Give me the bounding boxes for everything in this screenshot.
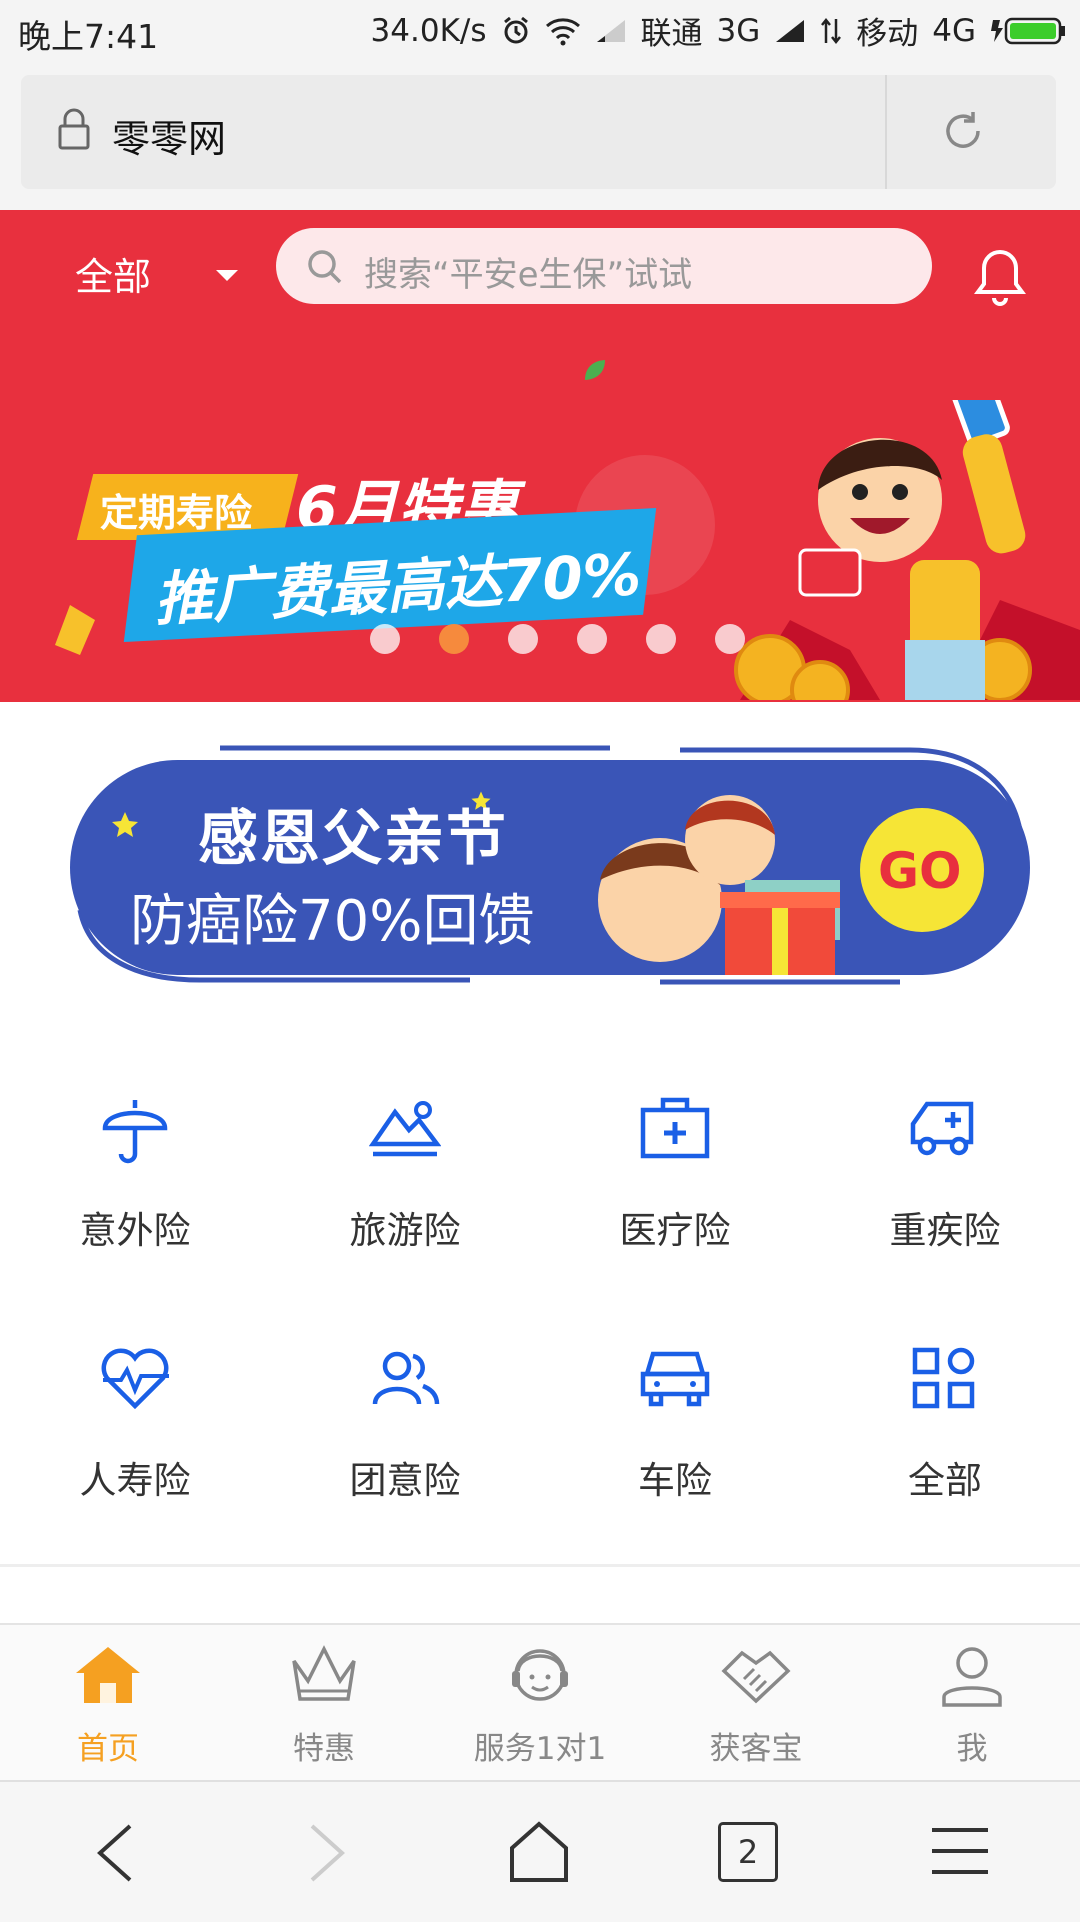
carousel-dot[interactable]	[508, 624, 538, 654]
umbrella-icon	[102, 1100, 168, 1164]
grid-icon	[912, 1347, 975, 1409]
carousel-dots	[370, 624, 745, 654]
tab-user[interactable]: 我	[864, 1623, 1080, 1778]
user-icon	[942, 1647, 1002, 1707]
category-group[interactable]	[270, 1344, 540, 1544]
carousel-dot[interactable]	[439, 624, 469, 654]
refresh-icon[interactable]	[940, 108, 986, 154]
category-ambulance[interactable]	[810, 1094, 1080, 1294]
tab-label: 特惠	[293, 1731, 355, 1767]
mascot-illustration	[734, 400, 1080, 700]
menu-icon[interactable]	[930, 1826, 990, 1876]
category-label: 医疗险	[619, 1209, 731, 1252]
carousel-dot[interactable]	[577, 624, 607, 654]
category-selector[interactable]: 全部	[75, 246, 151, 301]
tab-crown[interactable]: 特惠	[216, 1623, 432, 1778]
agent-icon	[512, 1649, 568, 1701]
network-2: 4G	[932, 12, 976, 49]
handshake-icon	[721, 1650, 791, 1704]
carrier-2: 移动	[856, 16, 919, 52]
group-icon	[372, 1351, 440, 1405]
medical-kit-icon	[640, 1097, 710, 1159]
category-mountain[interactable]	[270, 1094, 540, 1294]
promo-title: 感恩父亲节	[198, 804, 508, 874]
back-icon[interactable]	[92, 1822, 138, 1884]
signal-full-icon	[776, 19, 805, 42]
confetti-illustration	[55, 605, 95, 655]
carousel-dot[interactable]	[370, 624, 400, 654]
alarm-icon	[503, 16, 528, 43]
mountain-icon	[368, 1101, 442, 1157]
category-label: 团意险	[349, 1459, 461, 1502]
crown-icon	[292, 1645, 356, 1701]
network-1: 3G	[716, 12, 761, 49]
tab-label: 获客宝	[709, 1731, 803, 1767]
category-medical-kit[interactable]	[540, 1094, 810, 1294]
banner-tag: 定期寿险	[100, 491, 253, 535]
tab-handshake[interactable]: 获客宝	[648, 1623, 864, 1778]
bell-icon[interactable]	[972, 246, 1028, 308]
caret-down-icon[interactable]	[216, 270, 238, 281]
signal-weak-icon	[596, 19, 625, 42]
search-icon	[308, 250, 342, 284]
section-divider	[0, 1564, 1080, 1567]
category-label: 重疾险	[889, 1209, 1001, 1252]
heart-pulse-icon	[101, 1348, 169, 1410]
promo-go-label[interactable]: GO	[878, 842, 962, 900]
leaf-illustration	[585, 360, 605, 380]
wifi-icon	[545, 17, 580, 45]
category-label: 人寿险	[79, 1459, 191, 1502]
tab-agent[interactable]: 服务1对1	[432, 1623, 648, 1778]
lock-icon	[58, 108, 90, 150]
category-label: 车险	[638, 1459, 712, 1502]
category-label: 意外险	[79, 1209, 191, 1252]
data-transfer-icon	[821, 17, 842, 44]
category-label: 全部	[908, 1459, 982, 1502]
promo-subtitle: 防癌险70%回馈	[130, 889, 535, 954]
category-grid[interactable]	[810, 1344, 1080, 1544]
category-label: 旅游险	[349, 1209, 461, 1252]
father-child-illustration	[598, 795, 840, 975]
car-icon	[640, 1351, 710, 1407]
tab-home[interactable]: 首页	[0, 1623, 216, 1778]
status-indicators: 34.0K/s 联通 3G 移动 4G	[371, 8, 1066, 53]
ambulance-icon	[910, 1101, 974, 1156]
category-umbrella[interactable]	[0, 1094, 270, 1294]
carrier-1: 联通	[640, 16, 703, 52]
category-heart-pulse[interactable]	[0, 1344, 270, 1544]
tab-label: 首页	[77, 1731, 139, 1767]
url-title[interactable]: 零零网	[112, 108, 226, 163]
forward-icon[interactable]	[304, 1822, 350, 1884]
tab-label: 我	[956, 1731, 988, 1767]
category-car[interactable]	[540, 1344, 810, 1544]
tab-label: 服务1对1	[473, 1731, 607, 1767]
url-separator	[885, 75, 887, 189]
battery-icon	[991, 17, 1065, 44]
home-nav-icon[interactable]	[506, 1818, 572, 1884]
star-icon	[112, 812, 138, 837]
network-speed: 34.0K/s	[370, 12, 487, 49]
home-icon	[76, 1647, 140, 1703]
status-time: 晚上7:41	[18, 17, 159, 56]
search-placeholder: 搜索“平安e生保”试试	[364, 255, 693, 295]
carousel-dot[interactable]	[646, 624, 676, 654]
carousel-dot[interactable]	[715, 624, 745, 654]
tab-switcher[interactable]: 2	[718, 1822, 778, 1882]
